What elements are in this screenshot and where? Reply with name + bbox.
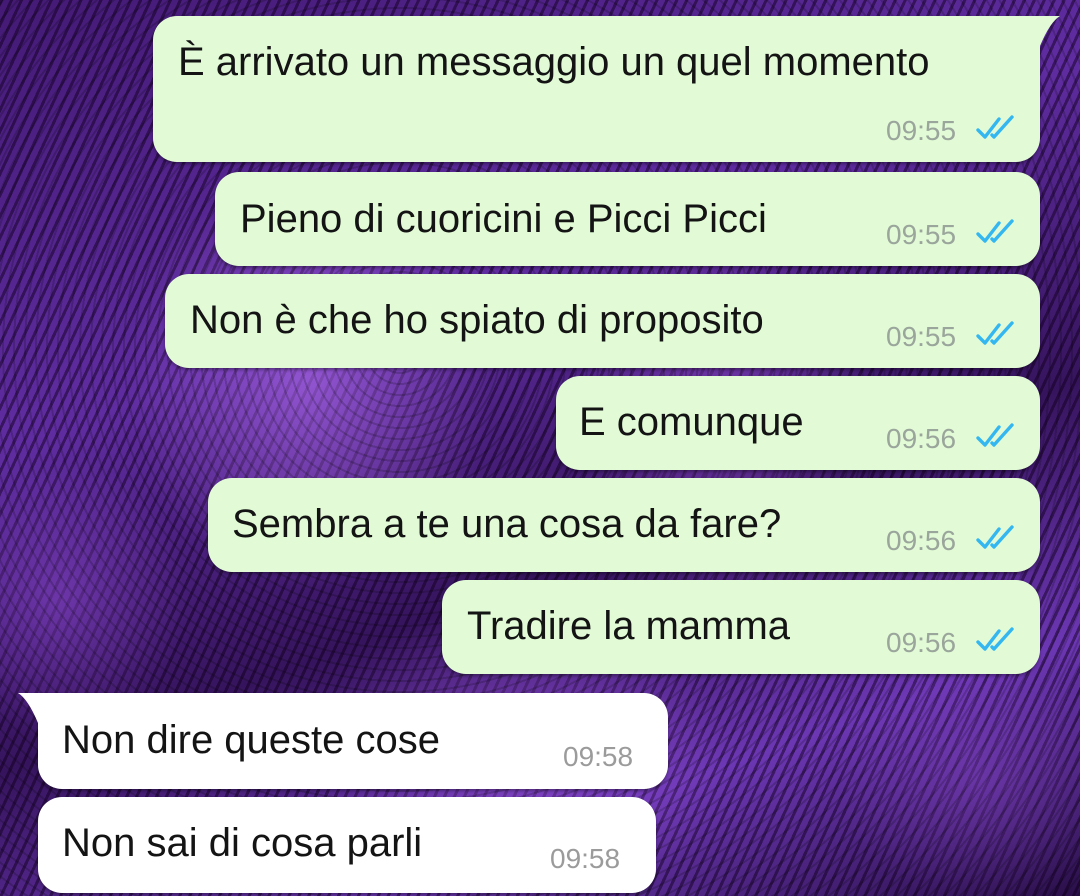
message-bubble-outgoing[interactable]: E comunque 09:56	[556, 376, 1040, 470]
message-timestamp: 09:55	[886, 115, 957, 146]
message-text: Non dire queste cose	[62, 718, 441, 762]
message-bubble-incoming[interactable]: Non dire queste cose 09:58	[18, 693, 668, 789]
message-timestamp: 09:55	[886, 219, 957, 250]
message-list[interactable]: È arrivato un messaggio un quel momento …	[0, 0, 1080, 896]
message-text: Pieno di cuoricini e Picci Picci	[240, 197, 767, 241]
message-text: Non è che ho spiato di proposito	[190, 298, 764, 342]
message-bubble-outgoing[interactable]: Tradire la mamma 09:56	[442, 580, 1040, 674]
message-text: Tradire la mamma	[467, 604, 791, 648]
message-text: Sembra a te una cosa da fare?	[232, 502, 782, 546]
message-text: E comunque	[579, 400, 804, 444]
double-check-icon	[976, 627, 1014, 651]
message-bubble-incoming[interactable]: Non sai di cosa parli 09:58	[38, 797, 656, 893]
message-text: Non sai di cosa parli	[62, 821, 423, 865]
message-timestamp: 09:56	[886, 423, 957, 454]
double-check-icon	[976, 321, 1014, 345]
double-check-icon	[976, 219, 1014, 243]
message-bubble-outgoing[interactable]: Sembra a te una cosa da fare? 09:56	[208, 478, 1040, 572]
message-timestamp: 09:55	[886, 321, 957, 352]
message-bubble-outgoing[interactable]: Pieno di cuoricini e Picci Picci 09:55	[215, 172, 1040, 266]
message-timestamp: 09:58	[563, 741, 634, 772]
double-check-icon	[976, 525, 1014, 549]
double-check-icon	[976, 115, 1014, 139]
message-timestamp: 09:56	[886, 525, 957, 556]
message-timestamp: 09:58	[550, 843, 621, 874]
message-text: È arrivato un messaggio un quel momento	[178, 40, 930, 84]
bubble-tail	[18, 693, 58, 723]
double-check-icon	[976, 423, 1014, 447]
bubble-tail	[1020, 16, 1060, 46]
message-bubble-outgoing[interactable]: Non è che ho spiato di proposito 09:55	[165, 274, 1040, 368]
message-timestamp: 09:56	[886, 627, 957, 658]
message-bubble-outgoing[interactable]: È arrivato un messaggio un quel momento …	[153, 16, 1060, 162]
